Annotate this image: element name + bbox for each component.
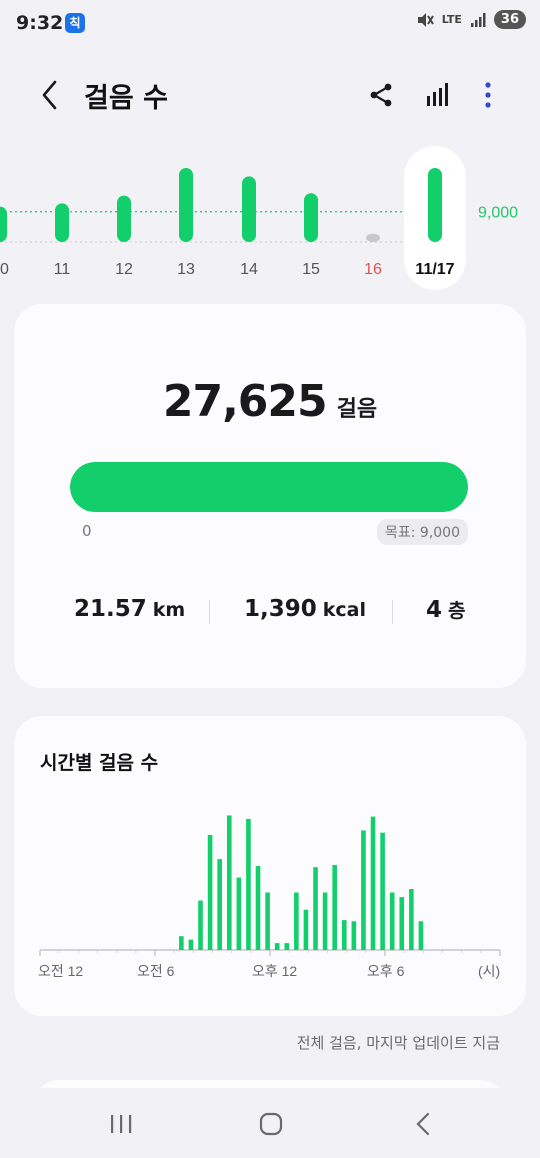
hourly-bar [370, 816, 376, 950]
hourly-bar [255, 866, 261, 950]
day-label: 14 [240, 261, 258, 278]
steps-total-value: 27,625 [162, 376, 328, 427]
hourly-steps-chart: 오전 12 오전 6 오후 12 오후 6 (시) [38, 815, 501, 979]
hourly-bar [409, 889, 414, 950]
hourly-tick-label: (시) [478, 963, 500, 979]
day-bar[interactable] [304, 193, 318, 242]
hourly-bar [389, 892, 395, 950]
calories-metric: 1,390 kcal [244, 596, 366, 622]
hourly-bar [236, 877, 242, 950]
goal-progress-bar [70, 462, 468, 512]
system-back-button[interactable] [412, 1111, 436, 1137]
daily-steps-chart[interactable]: 9,000 10 11 12 13 14 15 16 11/17 [0, 140, 540, 300]
status-indicators: LTE 36 [416, 10, 526, 29]
day-bar[interactable] [117, 195, 131, 242]
page-title: 걸음 수 [84, 83, 168, 114]
hourly-bar [188, 939, 194, 950]
hourly-bar [246, 818, 251, 950]
back-icon [416, 1112, 430, 1136]
hourly-steps-card[interactable]: 시간별 걸음 수 오전 12 오전 6 오후 12 오후 6 (시) [14, 716, 526, 1016]
day-bar[interactable] [55, 203, 69, 242]
hourly-bar [198, 900, 203, 950]
home-button[interactable] [258, 1111, 284, 1137]
hourly-tick-label: 오후 6 [367, 963, 405, 979]
network-label: LTE [441, 13, 462, 26]
day-bar[interactable] [242, 176, 256, 242]
floors-value: 4 [426, 597, 443, 623]
hourly-bar [294, 892, 299, 950]
home-icon [259, 1112, 283, 1136]
hourly-bar [207, 835, 213, 950]
steps-total-unit: 걸음 [336, 397, 378, 422]
hourly-bar [217, 859, 222, 950]
hourly-tick-label: 오전 12 [38, 963, 83, 979]
hourly-bar [274, 943, 280, 950]
day-label: 13 [177, 261, 195, 278]
metric-divider [209, 600, 210, 624]
progress-min-label: 0 [82, 522, 92, 540]
day-bar[interactable] [366, 233, 380, 242]
goal-label: 목표: 9,000 [376, 519, 468, 545]
goal-progress-fill [70, 462, 468, 512]
share-button[interactable] [366, 80, 396, 110]
hourly-tick-label: 오전 6 [137, 963, 175, 979]
vibrate-mute-icon [417, 12, 434, 27]
share-icon [370, 83, 392, 107]
day-label: 15 [302, 261, 320, 278]
hourly-bar [399, 897, 405, 950]
floors-metric: 4층 [426, 596, 466, 623]
day-bar[interactable] [179, 168, 193, 242]
floors-unit: 층 [448, 600, 466, 622]
recents-icon [111, 1115, 132, 1133]
hourly-bar [341, 920, 347, 950]
steps-summary-card: 27,625 걸음 0 목표: 9,000 21.57 km 1,390 kcal 4… [14, 304, 526, 688]
signal-icon [470, 12, 486, 27]
hourly-bar [179, 936, 184, 950]
status-time: 9:32 [16, 12, 64, 34]
more-options-button[interactable] [474, 80, 502, 110]
hourly-bar [351, 921, 357, 950]
hourly-bar [332, 864, 337, 950]
day-bar[interactable] [428, 168, 442, 242]
calories-unit: kcal [322, 599, 366, 621]
day-label: 11/17 [415, 261, 454, 278]
hourly-bar [380, 832, 385, 950]
day-label: 12 [115, 261, 133, 278]
hourly-bar [303, 909, 309, 950]
distance-value: 21.57 [74, 596, 147, 622]
hourly-bar [322, 892, 328, 950]
steps-total-row: 27,625 걸음 [14, 376, 526, 427]
more-vert-icon [485, 82, 491, 108]
distance-unit: km [152, 599, 186, 621]
battery-badge: 36 [493, 10, 526, 29]
trends-button[interactable] [421, 80, 455, 110]
day-bar[interactable] [0, 206, 7, 242]
metric-divider [392, 600, 393, 624]
hourly-bar [418, 921, 424, 950]
hourly-tick-label: 오후 12 [252, 963, 297, 979]
day-label: 10 [0, 261, 9, 278]
app-notification-icon: 칙 [65, 13, 85, 33]
goal-line-label: 9,000 [478, 205, 518, 222]
hourly-bar [226, 815, 232, 950]
hourly-bar [284, 943, 290, 950]
recents-button[interactable] [108, 1111, 134, 1137]
bar-chart-icon [427, 83, 448, 106]
day-label: 16 [364, 261, 382, 278]
day-label: 11 [54, 261, 71, 278]
hourly-chart-title: 시간별 걸음 수 [40, 752, 159, 774]
hourly-bar [361, 830, 366, 950]
hourly-bar [313, 867, 318, 950]
update-note: 전체 걸음, 마지막 업데이트 지금 [296, 1034, 500, 1052]
distance-metric: 21.57 km [74, 596, 185, 622]
chevron-left-icon [42, 80, 57, 110]
hourly-bar [265, 892, 270, 950]
back-button[interactable] [36, 78, 66, 112]
calories-value: 1,390 [244, 596, 317, 622]
